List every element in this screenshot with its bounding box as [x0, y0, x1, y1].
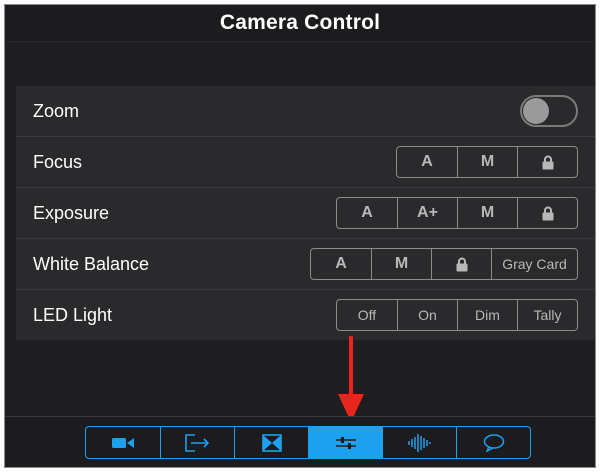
focus-segmented-control: A M	[396, 146, 578, 178]
crop-frame-icon	[261, 433, 282, 452]
focus-lock-button[interactable]	[517, 147, 577, 177]
setting-row-white-balance: White Balance A M Gray Card	[16, 239, 595, 290]
sliders-icon	[335, 436, 356, 449]
led-off-button[interactable]: Off	[337, 300, 397, 330]
lock-icon	[542, 206, 553, 220]
white-balance-auto-button[interactable]: A	[311, 249, 371, 279]
white-balance-segmented-control: A M Gray Card	[310, 248, 578, 280]
exposure-auto-button[interactable]: A	[337, 198, 397, 228]
bottom-tab-bar	[5, 416, 595, 467]
zoom-label: Zoom	[33, 100, 80, 121]
settings-list: Zoom Focus A M Exposure A A+ M White Bal…	[16, 86, 595, 340]
white-balance-manual-button[interactable]: M	[371, 249, 431, 279]
tab-framing[interactable]	[234, 427, 308, 458]
focus-auto-button[interactable]: A	[397, 147, 457, 177]
video-camera-icon	[112, 437, 134, 448]
tab-chat[interactable]	[456, 427, 530, 458]
tab-settings[interactable]	[308, 427, 382, 458]
annotation-arrow-icon	[338, 336, 364, 422]
white-balance-lock-button[interactable]	[431, 249, 491, 279]
toggle-knob	[523, 98, 549, 124]
led-light-segmented-control: Off On Dim Tally	[336, 299, 578, 331]
setting-row-led-light: LED Light Off On Dim Tally	[16, 290, 595, 340]
setting-row-zoom: Zoom	[16, 86, 595, 137]
white-balance-label: White Balance	[33, 253, 150, 274]
title-bar: Camera Control	[5, 5, 595, 42]
led-tally-button[interactable]: Tally	[517, 300, 577, 330]
audio-waveform-icon	[407, 433, 431, 452]
chat-bubble-icon	[483, 433, 504, 452]
tab-camera[interactable]	[86, 427, 160, 458]
zoom-toggle[interactable]	[520, 95, 578, 127]
exposure-auto-plus-button[interactable]: A+	[397, 198, 457, 228]
lock-icon	[456, 257, 467, 271]
white-balance-gray-card-button[interactable]: Gray Card	[491, 249, 577, 279]
setting-row-exposure: Exposure A A+ M	[16, 188, 595, 239]
led-dim-button[interactable]: Dim	[457, 300, 517, 330]
tab-output[interactable]	[160, 427, 234, 458]
lock-icon	[542, 155, 553, 169]
setting-row-focus: Focus A M	[16, 137, 595, 188]
focus-label: Focus	[33, 151, 83, 172]
share-export-icon	[184, 433, 209, 452]
led-on-button[interactable]: On	[397, 300, 457, 330]
exposure-lock-button[interactable]	[517, 198, 577, 228]
exposure-segmented-control: A A+ M	[336, 197, 578, 229]
focus-manual-button[interactable]: M	[457, 147, 517, 177]
tab-audio[interactable]	[382, 427, 456, 458]
exposure-manual-button[interactable]: M	[457, 198, 517, 228]
exposure-label: Exposure	[33, 202, 110, 223]
page-title: Camera Control	[219, 11, 381, 34]
app-window: Camera Control Zoom Focus A M Exposure A…	[4, 4, 596, 468]
tab-segmented-control	[85, 426, 531, 459]
led-light-label: LED Light	[33, 304, 113, 325]
